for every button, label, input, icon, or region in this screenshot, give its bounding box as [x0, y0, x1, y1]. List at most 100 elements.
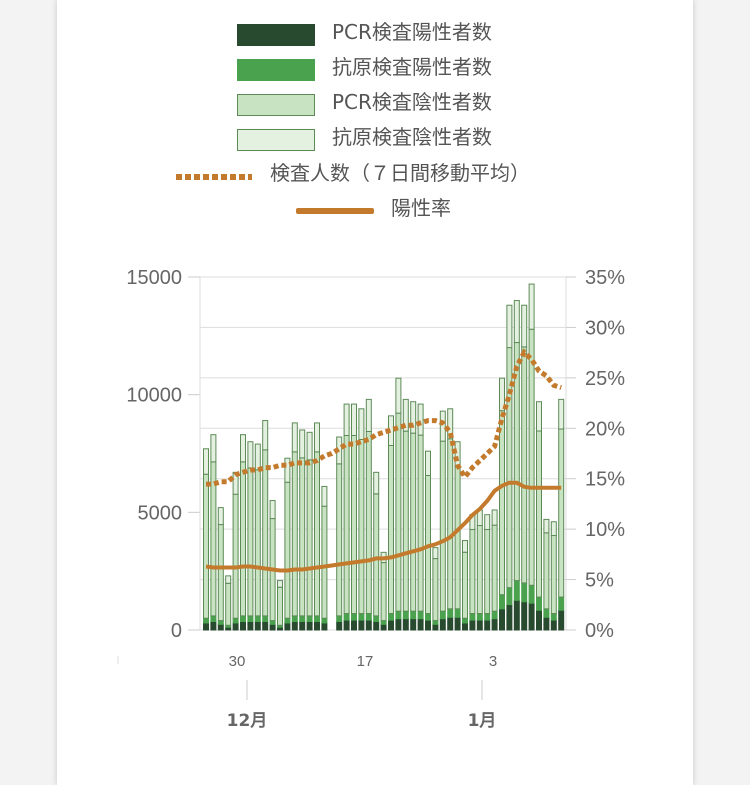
bar-pcr-negative-32	[439, 440, 446, 612]
bar-pcr-negative-38	[484, 529, 491, 615]
bar-pcr-positive-44	[528, 602, 535, 631]
bar-pcr-positive-36	[469, 619, 476, 631]
bar-antigen-negative-8	[262, 420, 269, 451]
bar-pcr-positive-46	[543, 616, 550, 631]
bar-antigen-negative-30	[425, 450, 431, 477]
bar-antigen-negative-29	[417, 403, 424, 436]
bar-pcr-negative-23	[373, 493, 380, 617]
bar-pcr-negative-6	[247, 467, 254, 617]
bar-pcr-positive-8	[262, 621, 269, 631]
bar-pcr-negative-2	[217, 524, 224, 622]
bar-antigen-positive-0	[203, 617, 209, 624]
bar-pcr-negative-16	[321, 505, 328, 619]
bar-pcr-positive-45	[536, 609, 542, 631]
bar-pcr-negative-34	[454, 466, 461, 610]
bar-pcr-positive-30	[425, 619, 431, 631]
legend-label-pcr-positive: PCR検査陽性者数	[332, 20, 492, 44]
legend-label-antigen-negative: 抗原検査陰性者数	[332, 125, 492, 149]
bar-pcr-positive-47	[550, 619, 557, 631]
bar-pcr-positive-5	[240, 621, 246, 631]
bar-pcr-negative-21	[358, 438, 365, 615]
left-tick-label-3: 15000	[126, 267, 182, 289]
bar-pcr-positive-2	[217, 623, 224, 631]
bar-antigen-positive-25	[388, 613, 394, 621]
bar-antigen-positive-16	[321, 617, 328, 624]
bar-antigen-positive-41	[506, 587, 513, 606]
bar-antigen-negative-12	[291, 422, 298, 453]
bar-antigen-negative-20	[351, 403, 357, 436]
bar-antigen-negative-31	[432, 547, 439, 560]
bar-antigen-negative-7	[254, 443, 261, 471]
bar-antigen-positive-32	[439, 610, 446, 620]
bar-antigen-negative-3	[225, 575, 232, 584]
bar-antigen-negative-43	[521, 304, 528, 348]
bar-pcr-negative-26	[395, 412, 402, 612]
bar-antigen-positive-24	[380, 620, 387, 625]
bar-pcr-negative-24	[380, 562, 387, 622]
bar-antigen-positive-27	[402, 610, 409, 620]
right-tick-label-2: 10%	[585, 519, 625, 541]
bar-antigen-positive-34	[454, 608, 461, 618]
bar-antigen-negative-5	[240, 434, 246, 463]
bar-pcr-positive-33	[447, 616, 454, 631]
legend-label-antigen-positive: 抗原検査陽性者数	[332, 55, 492, 79]
bar-pcr-negative-27	[402, 430, 409, 612]
legend-label-positive-rate: 陽性率	[391, 196, 451, 220]
bar-pcr-negative-44	[528, 328, 535, 586]
legend-swatch-antigen-positive	[237, 59, 315, 81]
x-tick-label-0: 30	[229, 653, 246, 670]
bar-antigen-negative-6	[247, 441, 254, 469]
bar-pcr-negative-29	[417, 434, 424, 612]
legend: PCR検査陽性者数 抗原検査陽性者数 PCR検査陰性者数 抗原検査陰性者数 検査…	[0, 0, 750, 240]
bar-antigen-negative-39	[491, 509, 498, 526]
legend-swatch-antigen-negative	[237, 129, 315, 151]
right-tick-label-1: 5%	[585, 570, 614, 592]
bar-antigen-positive-38	[484, 613, 491, 621]
bar-pcr-negative-37	[476, 525, 483, 615]
bar-antigen-positive-29	[417, 610, 424, 620]
left-tick-label-2: 10000	[126, 385, 182, 407]
bar-pcr-positive-7	[254, 621, 261, 631]
bar-antigen-positive-35	[462, 617, 468, 624]
bar-antigen-negative-14	[306, 431, 313, 461]
bar-antigen-negative-9	[269, 500, 276, 520]
bar-antigen-negative-21	[358, 408, 365, 440]
bar-antigen-negative-11	[284, 457, 291, 483]
left-tick-label-1: 5000	[138, 502, 183, 524]
bar-pcr-positive-37	[476, 619, 483, 631]
bar-antigen-negative-47	[550, 521, 557, 537]
legend-swatch-positive-rate	[296, 208, 374, 214]
bar-antigen-negative-28	[410, 401, 417, 434]
bar-pcr-positive-40	[499, 608, 505, 631]
bar-antigen-negative-2	[217, 507, 224, 526]
bar-pcr-negative-11	[284, 481, 291, 619]
bar-antigen-positive-43	[521, 582, 528, 603]
bar-antigen-negative-46	[543, 518, 550, 534]
bar-antigen-positive-14	[306, 615, 313, 623]
bar-pcr-negative-25	[388, 444, 394, 615]
bar-pcr-positive-39	[491, 618, 498, 631]
right-tick-label-5: 25%	[585, 368, 625, 390]
bar-pcr-negative-20	[351, 434, 357, 615]
bar-pcr-positive-15	[314, 621, 320, 631]
bar-pcr-positive-48	[558, 609, 565, 631]
bar-pcr-negative-3	[225, 582, 232, 626]
bar-pcr-positive-25	[388, 619, 394, 631]
bar-pcr-negative-10	[277, 586, 283, 626]
bar-pcr-negative-7	[254, 469, 261, 617]
bar-pcr-positive-20	[351, 619, 357, 631]
bar-pcr-positive-27	[402, 618, 409, 631]
right-tick-label-4: 20%	[585, 418, 625, 440]
bar-antigen-negative-0	[203, 448, 209, 475]
bar-pcr-positive-34	[454, 616, 461, 631]
bar-pcr-negative-4	[232, 493, 239, 619]
bar-antigen-positive-9	[269, 620, 276, 625]
bar-pcr-positive-18	[336, 621, 343, 631]
bar-pcr-negative-13	[299, 457, 306, 617]
bar-pcr-positive-32	[439, 618, 446, 631]
bar-antigen-negative-34	[454, 441, 461, 468]
bar-antigen-positive-44	[528, 584, 535, 604]
bar-pcr-positive-11	[284, 622, 291, 631]
bar-pcr-negative-19	[343, 434, 350, 615]
bar-pcr-positive-43	[521, 601, 528, 631]
